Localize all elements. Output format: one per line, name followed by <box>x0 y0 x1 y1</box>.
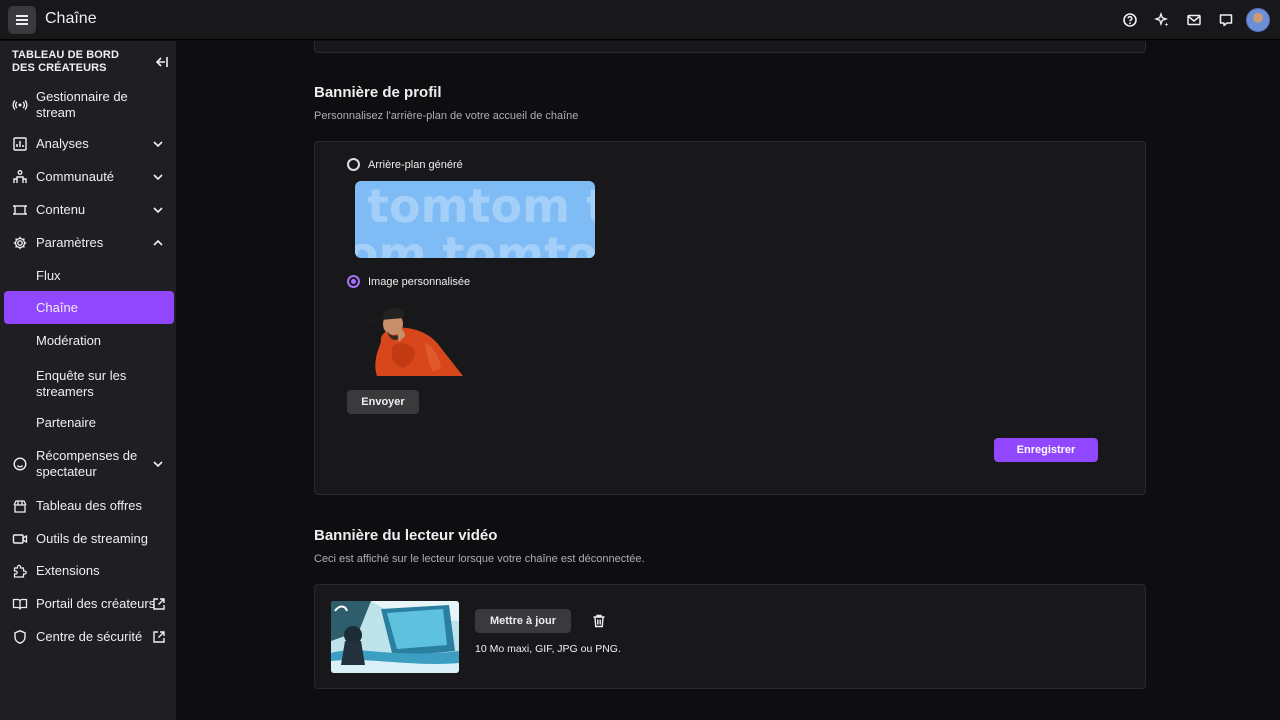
custom-image-label: Image personnalisée <box>368 275 471 288</box>
sidebar-item-moderation[interactable]: Modération <box>4 332 174 350</box>
sidebar-item-label: Flux <box>36 268 61 283</box>
sidebar-item-label: Tableau des offres <box>36 498 142 513</box>
upload-requirements-hint: 10 Mo maxi, GIF, JPG ou PNG. <box>475 643 621 655</box>
hamburger-menu-button[interactable] <box>8 6 36 34</box>
ai-sparkle-button[interactable] <box>1148 6 1176 34</box>
help-icon <box>1123 13 1137 27</box>
chevron-down-icon <box>153 174 163 181</box>
creator-dashboard-sidebar: TABLEAU DE BORD DES CRÉATEURS Gestionnai… <box>0 41 176 720</box>
sidebar-item-label: Communauté <box>36 169 115 184</box>
sidebar-item-label: Gestionnaire de stream <box>36 89 128 120</box>
custom-image-radio[interactable] <box>347 275 360 288</box>
community-icon <box>12 169 28 185</box>
generated-background-label: Arrière-plan généré <box>368 158 463 171</box>
sidebar-item-label: Extensions <box>36 563 100 578</box>
chevron-down-icon <box>153 461 163 468</box>
sidebar-item-label: Paramètres <box>36 235 104 250</box>
user-avatar[interactable] <box>1246 8 1270 32</box>
inbox-button[interactable] <box>1180 6 1208 34</box>
settings-icon <box>12 235 28 251</box>
trash-icon[interactable] <box>591 613 607 629</box>
sidebar-item-label: Centre de sécurité <box>36 629 143 644</box>
book-icon <box>12 596 28 612</box>
sidebar-item-label: Chaîne <box>36 299 78 315</box>
main-content: Bannière de profil Personnalisez l'arriè… <box>176 41 1280 720</box>
whispers-button[interactable] <box>1212 6 1240 34</box>
chevron-up-icon <box>153 239 163 246</box>
video-banner-subtitle: Ceci est affiché sur le lecteur lorsque … <box>314 553 645 565</box>
inbox-icon <box>1187 14 1201 26</box>
sidebar-item-label: Outils de streaming <box>36 531 148 546</box>
upload-button[interactable]: Envoyer <box>347 390 419 414</box>
sidebar-item-offers-board[interactable]: Tableau des offres <box>4 497 174 515</box>
page-title: Chaîne <box>45 10 97 27</box>
shield-icon <box>12 629 28 645</box>
sidebar-item-viewer-rewards[interactable]: Récompenses de spectateur <box>4 444 174 484</box>
rewards-icon <box>12 456 28 472</box>
sidebar-item-label: Contenu <box>36 202 86 217</box>
custom-banner-image <box>363 302 463 376</box>
generated-banner-text-line: tomtom tomtom <box>367 181 595 233</box>
sidebar-item-streamer-survey[interactable]: Enquête sur les streamers <box>4 364 174 404</box>
sidebar-item-label: Portail des créateurs <box>36 596 156 611</box>
sidebar-item-label: Enquête sur les streamers <box>36 368 127 399</box>
sidebar-item-extensions[interactable]: Extensions <box>4 562 174 580</box>
external-link-icon <box>153 598 165 610</box>
collapse-sidebar-icon[interactable] <box>152 53 170 71</box>
external-link-icon <box>153 631 165 643</box>
sidebar-item-partner[interactable]: Partenaire <box>4 414 174 432</box>
generated-background-option[interactable]: Arrière-plan généré <box>347 158 463 171</box>
sidebar-item-label: Modération <box>36 333 102 348</box>
sidebar-item-analytics[interactable]: Analyses <box>4 135 174 153</box>
sidebar-item-label: Récompenses de spectateur <box>36 448 138 479</box>
sidebar-item-stream-manager[interactable]: Gestionnaire de stream <box>4 85 174 125</box>
sidebar-item-label: Partenaire <box>36 415 96 430</box>
profile-banner-subtitle: Personnalisez l'arrière-plan de votre ac… <box>314 110 579 122</box>
sidebar-item-settings[interactable]: Paramètres <box>4 234 174 252</box>
camera-icon <box>12 531 28 547</box>
video-banner-title: Bannière du lecteur vidéo <box>314 527 498 544</box>
profile-banner-title: Bannière de profil <box>314 84 442 101</box>
chevron-down-icon <box>153 207 163 214</box>
sidebar-item-label: Analyses <box>36 136 89 151</box>
sidebar-item-stream[interactable]: Flux <box>4 267 174 285</box>
update-button[interactable]: Mettre à jour <box>475 609 571 633</box>
menu-icon <box>16 15 28 25</box>
generated-background-radio[interactable] <box>347 158 360 171</box>
whispers-icon <box>1219 14 1233 27</box>
help-button[interactable] <box>1116 6 1144 34</box>
sidebar-item-safety-center[interactable]: Centre de sécurité <box>4 628 174 646</box>
content-icon <box>12 202 28 218</box>
save-button[interactable]: Enregistrer <box>994 438 1098 462</box>
sidebar-item-streaming-tools[interactable]: Outils de streaming <box>4 530 174 548</box>
sidebar-item-community[interactable]: Communauté <box>4 168 174 186</box>
puzzle-icon <box>12 563 28 579</box>
generated-banner-text-line: om tomtom to <box>355 227 595 258</box>
sidebar-item-content[interactable]: Contenu <box>4 201 174 219</box>
generated-banner-preview: tomtom tomtom om tomtom to <box>355 181 595 258</box>
broadcast-icon <box>12 97 28 113</box>
profile-banner-panel: Arrière-plan généré tomtom tomtom om tom… <box>314 141 1146 495</box>
sparkle-icon <box>1154 12 1169 27</box>
offers-icon <box>12 498 28 514</box>
analytics-icon <box>12 136 28 152</box>
video-banner-thumbnail <box>331 601 459 673</box>
video-banner-panel: Mettre à jour 10 Mo maxi, GIF, JPG ou PN… <box>314 584 1146 689</box>
previous-section-panel <box>314 41 1146 53</box>
chevron-down-icon <box>153 141 163 148</box>
custom-image-option[interactable]: Image personnalisée <box>347 275 470 288</box>
top-navigation-bar: Chaîne <box>0 0 1280 40</box>
sidebar-item-creator-portal[interactable]: Portail des créateurs <box>4 595 174 613</box>
sidebar-header: TABLEAU DE BORD DES CRÉATEURS <box>12 49 120 74</box>
sidebar-item-channel[interactable]: Chaîne <box>4 291 174 324</box>
